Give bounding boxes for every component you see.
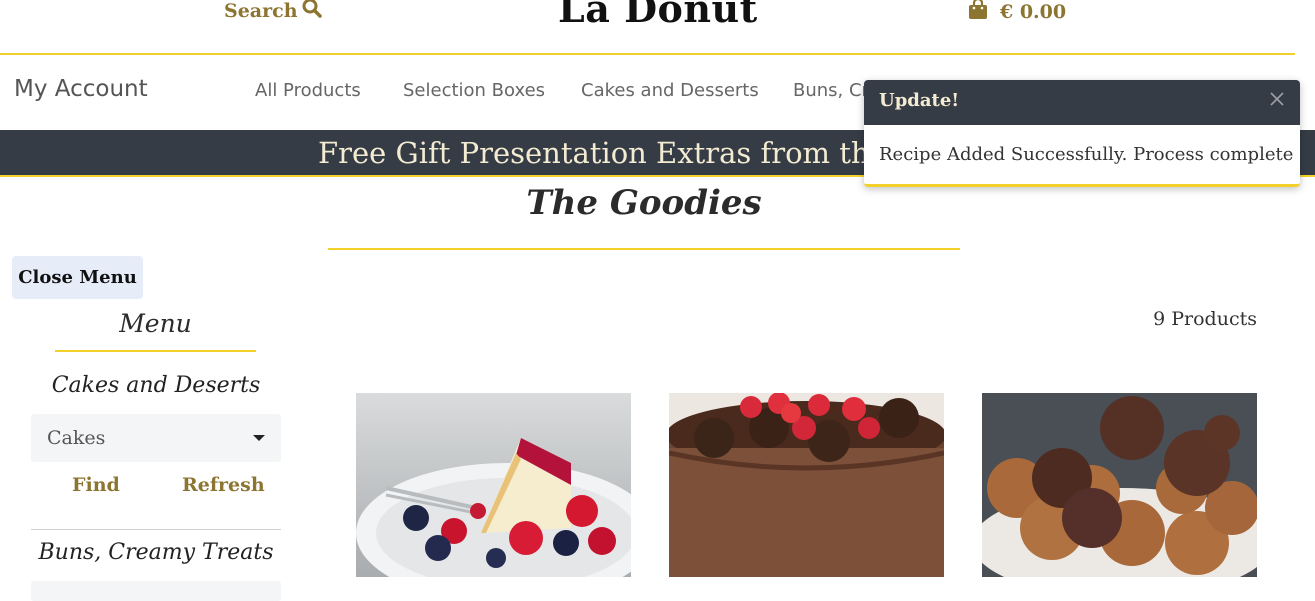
close-icon[interactable] — [1268, 90, 1286, 108]
product-image-cheesecake[interactable] — [356, 393, 631, 577]
category-title-cakes: Cakes and Deserts — [51, 373, 261, 398]
section-title: The Goodies — [526, 183, 762, 223]
nav-item-all-products[interactable]: All Products — [255, 80, 361, 101]
site-header: Search La Donut € 0.00 — [0, 0, 1295, 55]
nav-item-buns[interactable]: Buns, Cr — [793, 80, 869, 101]
find-button[interactable]: Find — [72, 474, 120, 496]
cart-link[interactable]: € 0.00 — [968, 0, 1066, 25]
toast-title: Update! — [879, 90, 960, 111]
menu-divider — [55, 350, 256, 352]
section-divider — [328, 248, 960, 250]
cakes-select-value: Cakes — [47, 427, 106, 449]
site-logo[interactable]: La Donut — [558, 0, 758, 31]
search-label: Search — [224, 0, 298, 22]
cart-total: € 0.00 — [1000, 0, 1067, 23]
cakes-select[interactable]: Cakes — [31, 414, 281, 462]
buns-select[interactable] — [31, 581, 281, 601]
sidebar-divider — [31, 529, 281, 530]
category-title-buns: Buns, Creamy Treats — [38, 540, 274, 565]
my-account-link[interactable]: My Account — [14, 76, 148, 102]
chevron-down-icon — [253, 435, 265, 441]
promo-text: Free Gift Presentation Extras from the C — [318, 136, 919, 170]
nav-item-selection-boxes[interactable]: Selection Boxes — [403, 80, 545, 101]
search-icon — [302, 0, 322, 23]
toast-header: Update! — [864, 80, 1300, 125]
close-menu-button[interactable]: Close Menu — [12, 256, 143, 299]
menu-title: Menu — [119, 309, 192, 338]
product-count: 9 Products — [1153, 308, 1257, 330]
product-image-cookies[interactable] — [982, 393, 1257, 577]
product-image-chocolate-cake[interactable] — [669, 393, 944, 577]
update-toast: Update! Recipe Added Successfully. Proce… — [864, 80, 1300, 187]
toast-message: Recipe Added Successfully. Process compl… — [879, 144, 1294, 165]
refresh-button[interactable]: Refresh — [182, 474, 265, 496]
shopping-bag-icon — [968, 0, 988, 25]
search-link[interactable]: Search — [224, 0, 322, 23]
nav-item-cakes-desserts[interactable]: Cakes and Desserts — [581, 80, 759, 101]
